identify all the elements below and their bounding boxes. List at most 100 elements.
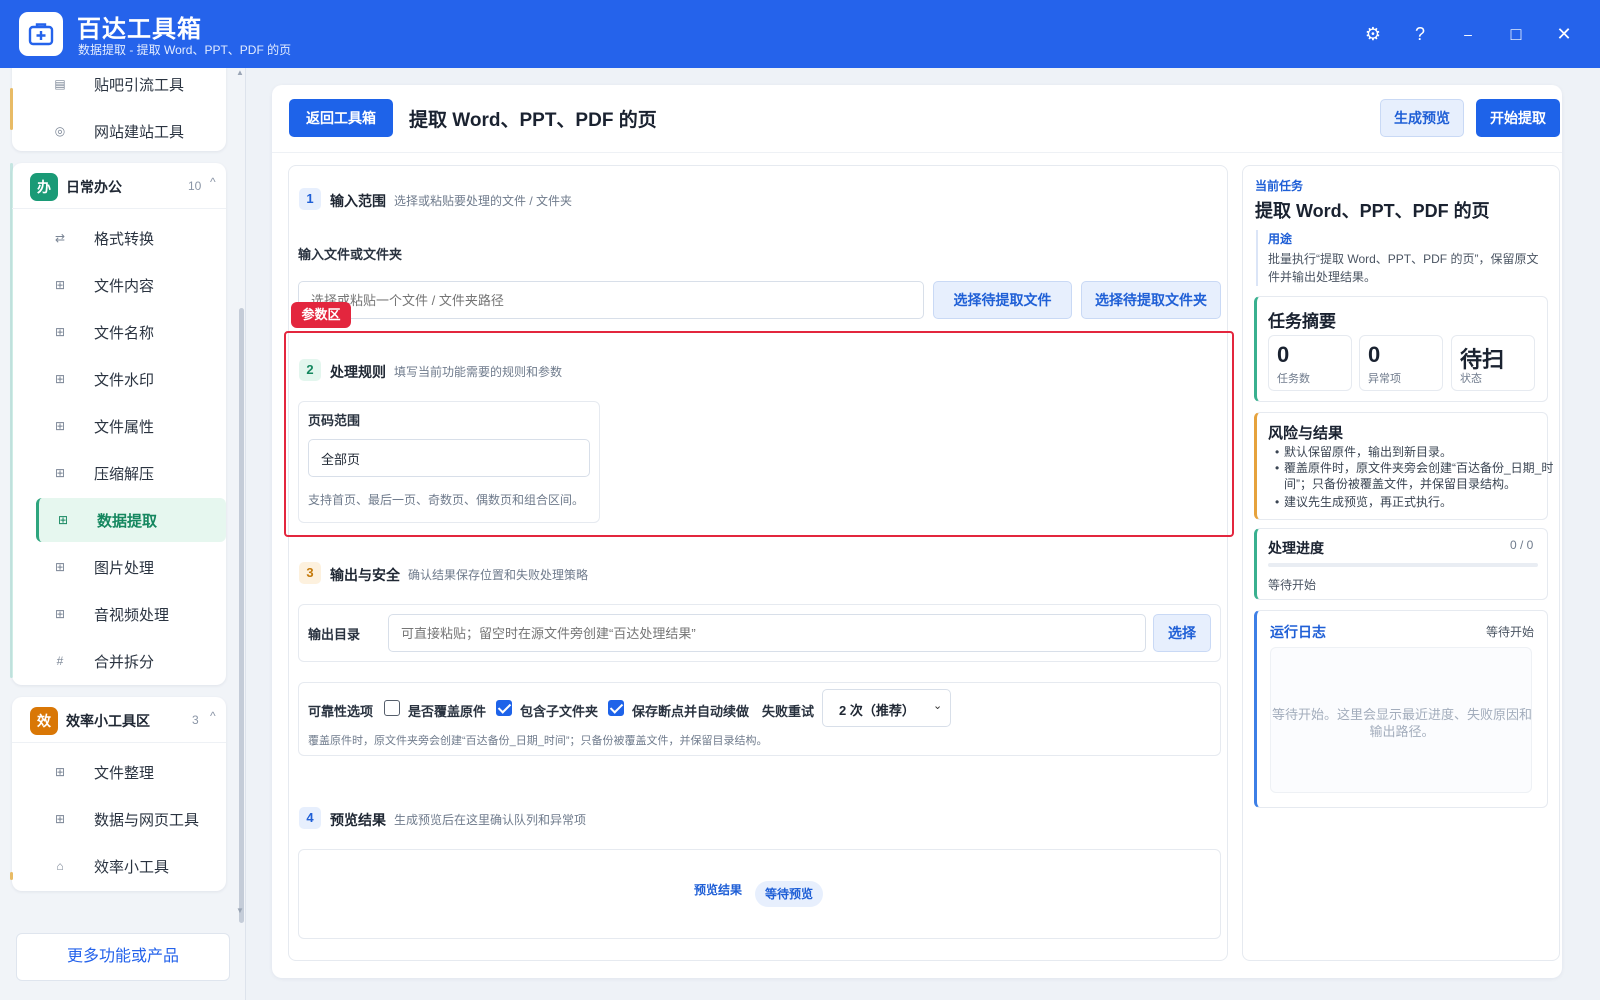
maximize-button[interactable]: □ — [1500, 18, 1532, 50]
generate-preview-button[interactable]: 生成预览 — [1380, 99, 1464, 137]
step-1-desc: 选择或粘贴要处理的文件 / 文件夹 — [394, 194, 573, 208]
sidebar-item-label: 音视频处理 — [94, 607, 170, 624]
summary-title: 任务摘要 — [1268, 312, 1336, 331]
app-title: 百达工具箱 — [77, 16, 202, 43]
grid-icon: ⊞ — [54, 325, 66, 339]
risk-item: 覆盖原件时，原文件夹旁会创建“百达备份_日期_时间”；只备份被覆盖文件，并保留目… — [1275, 460, 1554, 492]
reliability-note: 覆盖原件时，原文件夹旁会创建“百达备份_日期_时间”；只备份被覆盖文件，并保留目… — [308, 735, 768, 747]
sidebar-item-website[interactable]: ◎ 网站建站工具 — [36, 109, 226, 153]
sidebar-item-efficiency-tools[interactable]: ⌂ 效率小工具 — [36, 844, 226, 888]
sidebar-item-file-content[interactable]: ⊞ 文件内容 — [36, 263, 226, 307]
sidebar-item-label: 格式转换 — [94, 231, 155, 248]
chevron-up-icon[interactable]: ^ — [210, 709, 216, 723]
input-field-label: 输入文件或文件夹 — [298, 247, 403, 262]
sidebar-item-file-watermark[interactable]: ⊞ 文件水印 — [36, 357, 226, 401]
scroll-up-arrow-icon[interactable]: ▲ — [236, 68, 244, 77]
sidebar-item-label: 贴吧引流工具 — [94, 77, 185, 94]
sidebar-item-label: 合并拆分 — [94, 654, 155, 671]
grid-icon: ⊞ — [54, 372, 66, 386]
sidebar-item-file-organize[interactable]: ⊞ 文件整理 — [36, 750, 226, 794]
sidebar-item-label: 数据提取 — [97, 513, 158, 530]
back-to-toolbox-button[interactable]: 返回工具箱 — [289, 99, 393, 137]
log-status: 等待开始 — [1486, 625, 1535, 639]
grid-icon: ⊞ — [57, 513, 69, 527]
sidebar-item-label: 文件整理 — [94, 765, 155, 782]
input-path-field[interactable] — [298, 281, 924, 319]
grid-icon: ⊞ — [54, 466, 66, 480]
sidebar-item-data-extract[interactable]: ⊞ 数据提取 — [36, 498, 226, 542]
grid-icon: ⊞ — [54, 560, 66, 574]
step-1-number: 1 — [299, 188, 321, 210]
close-button[interactable]: ✕ — [1548, 18, 1580, 50]
step-2-number: 2 — [299, 359, 321, 381]
sidebar-item-format-convert[interactable]: ⇄ 格式转换 — [36, 216, 226, 260]
group-accent-line — [10, 872, 13, 880]
minimize-button[interactable]: – — [1452, 18, 1484, 50]
step-4-number: 4 — [299, 807, 321, 829]
sidebar-item-file-attributes[interactable]: ⊞ 文件属性 — [36, 404, 226, 448]
sidebar-item-label: 文件水印 — [94, 372, 155, 389]
purpose-block — [1256, 230, 1258, 286]
choose-folder-button[interactable]: 选择待提取文件夹 — [1081, 281, 1221, 319]
choose-output-button[interactable]: 选择 — [1153, 614, 1211, 652]
sidebar-group-efficiency: 效 效率小工具区 3 ^ ⊞ 文件整理 ⊞ 数据与网页工具 ⌂ 效率小工具 — [10, 697, 226, 891]
toolbox-icon: ⌂ — [56, 859, 64, 873]
sidebar-item-data-web[interactable]: ⊞ 数据与网页工具 — [36, 797, 226, 841]
settings-button[interactable]: ⚙ — [1357, 18, 1389, 50]
retry-label: 失败重试 — [762, 704, 815, 719]
sidebar-item-compress[interactable]: ⊞ 压缩解压 — [36, 451, 226, 495]
sidebar-item-audio-video[interactable]: ⊞ 音视频处理 — [36, 592, 226, 636]
output-dir-label: 输出目录 — [308, 627, 361, 642]
group-header[interactable]: 办 日常办公 10 ^ — [12, 163, 226, 209]
stat-label: 任务数 — [1277, 373, 1310, 385]
retry-select[interactable]: 2 次（推荐） ⌄ — [822, 689, 951, 727]
output-dir-input[interactable] — [388, 614, 1146, 652]
scroll-down-arrow-icon[interactable]: ▼ — [236, 906, 244, 915]
title-bar: 百达工具箱 数据提取 - 提取 Word、PPT、PDF 的页 ⚙ ? – □ … — [0, 0, 1600, 68]
sidebar-item-merge-split[interactable]: # 合并拆分 — [36, 639, 226, 683]
group-header[interactable]: 效 效率小工具区 3 ^ — [12, 697, 226, 743]
risk-item: 默认保留原件，输出到新目录。 — [1275, 444, 1554, 460]
chevron-up-icon[interactable]: ^ — [210, 175, 216, 189]
page-range-hint: 支持首页、最后一页、奇数页、偶数页和组合区间。 — [308, 493, 585, 507]
sidebar-item-image[interactable]: ⊞ 图片处理 — [36, 545, 226, 589]
stat-status: 待扫 状态 — [1451, 335, 1535, 391]
group-badge: 效 — [30, 707, 58, 735]
log-title: 运行日志 — [1270, 624, 1326, 640]
purpose-label: 用途 — [1268, 232, 1293, 246]
overwrite-checkbox[interactable] — [384, 700, 400, 716]
step-2-desc: 填写当前功能需要的规则和参数 — [394, 365, 563, 379]
choose-file-button[interactable]: 选择待提取文件 — [933, 281, 1072, 319]
toolbox-icon — [28, 23, 54, 46]
sidebar-group-office: 办 日常办公 10 ^ ⇄ 格式转换 ⊞ 文件内容 ⊞ 文件名称 ⊞ 文件水印 … — [10, 163, 226, 685]
more-products-button[interactable]: 更多功能或产品 — [16, 933, 230, 981]
page-range-input[interactable] — [308, 439, 590, 477]
task-title: 提取 Word、PPT、PDF 的页 — [1255, 201, 1490, 221]
step-4-desc: 生成预览后在这里确认队列和异常项 — [394, 813, 587, 827]
stat-value: 0 — [1368, 342, 1381, 367]
progress-count: 0 / 0 — [1510, 538, 1534, 552]
sidebar-scrollbar[interactable] — [239, 308, 244, 923]
help-button[interactable]: ? — [1404, 18, 1436, 50]
log-area[interactable]: 等待开始。这里会显示最近进度、失败原因和输出路径。 — [1270, 647, 1532, 793]
sidebar-item-file-name[interactable]: ⊞ 文件名称 — [36, 310, 226, 354]
group-title: 效率小工具区 — [66, 713, 150, 729]
risk-title: 风险与结果 — [1268, 425, 1344, 442]
start-extract-button[interactable]: 开始提取 — [1476, 99, 1560, 137]
help-icon: ? — [1414, 24, 1425, 44]
resume-checkbox[interactable] — [608, 700, 624, 716]
retry-select-value: 2 次（推荐） — [839, 703, 915, 718]
sidebar-item-label: 压缩解压 — [94, 466, 155, 483]
reliability-label: 可靠性选项 — [308, 704, 374, 719]
subfolders-checkbox[interactable] — [496, 700, 512, 716]
sidebar-item-tieba[interactable]: ▤ 贴吧引流工具 — [36, 68, 226, 106]
sidebar-item-label: 文件名称 — [94, 325, 155, 342]
page-range-label: 页码范围 — [308, 413, 361, 428]
step-3-number: 3 — [299, 562, 321, 584]
parameter-zone-tag: 参数区 — [291, 302, 351, 328]
group-badge: 办 — [30, 173, 58, 201]
grid-icon: ⊞ — [54, 419, 66, 433]
sidebar: ▲ ▼ ▤ 贴吧引流工具 ◎ 网站建站工具 办 日常办公 10 ^ ⇄ 格式转换… — [0, 68, 246, 1000]
subfolders-label: 包含子文件夹 — [520, 704, 599, 719]
stat-task-count: 0 任务数 — [1268, 335, 1352, 391]
